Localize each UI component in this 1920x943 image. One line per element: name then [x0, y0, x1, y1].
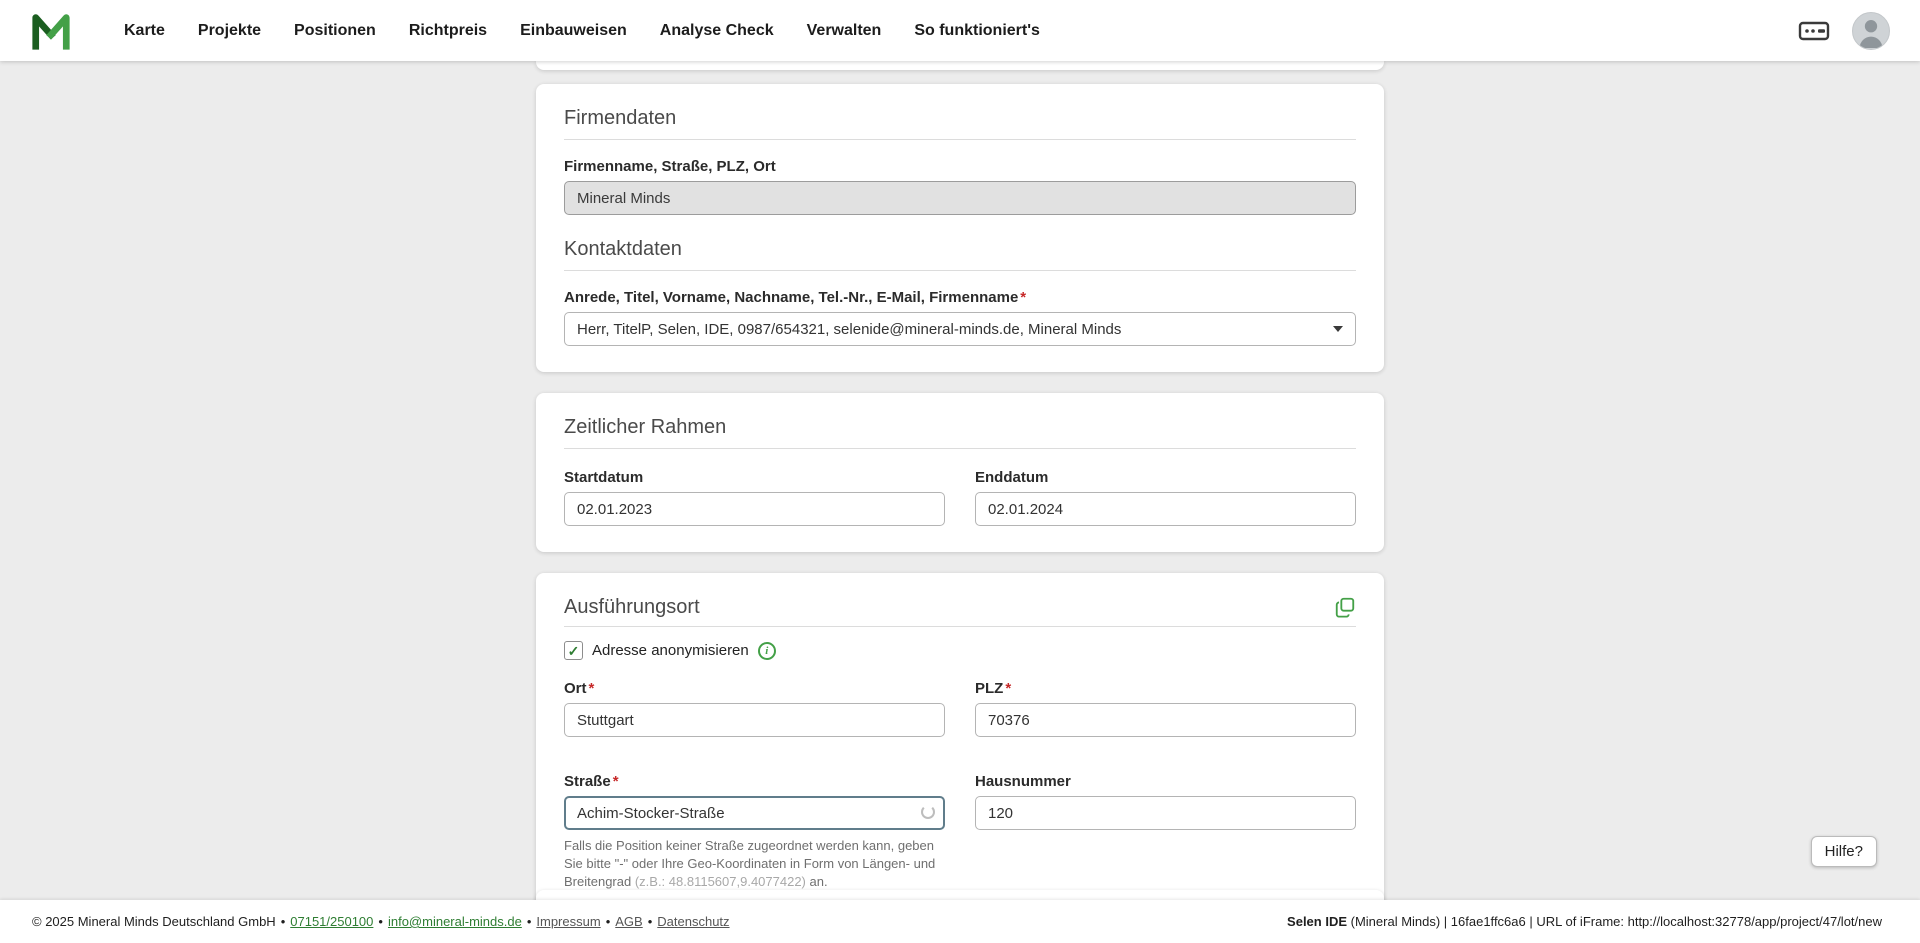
footer-debug-text: (Mineral Minds) | 16fae1ffc6a6 | URL of …	[1347, 914, 1882, 929]
nav-item-einbauweisen[interactable]: Einbauweisen	[520, 22, 627, 40]
info-icon[interactable]: i	[757, 641, 776, 660]
footer-separator: •	[647, 914, 653, 929]
anonymize-checkbox[interactable]: ✓	[564, 641, 583, 660]
footer-agb-link[interactable]: AGB	[615, 914, 642, 929]
server-icon[interactable]	[1796, 13, 1832, 49]
top-navigation: Karte Projekte Positionen Richtpreis Ein…	[0, 0, 1920, 61]
footer-impressum-link[interactable]: Impressum	[536, 914, 600, 929]
contact-select-value: Herr, TitelP, Selen, IDE, 0987/654321, s…	[577, 320, 1122, 338]
anonymize-checkbox-label: Adresse anonymisieren	[592, 642, 749, 659]
footer-email-link[interactable]: info@mineral-minds.de	[388, 914, 522, 929]
plz-label-text: PLZ	[975, 680, 1004, 697]
enddatum-label: Enddatum	[975, 469, 1049, 486]
copy-icon[interactable]	[1334, 596, 1356, 618]
hausnummer-input[interactable]	[975, 796, 1356, 830]
plz-label: PLZ *	[975, 680, 1356, 697]
main-nav: Karte Projekte Positionen Richtpreis Ein…	[124, 22, 1040, 40]
required-marker: *	[1005, 680, 1012, 697]
nav-item-so-funktionierts[interactable]: So funktioniert's	[914, 22, 1040, 40]
footer-copyright: © 2025 Mineral Minds Deutschland GmbH	[32, 914, 276, 929]
company-field-label: Firmenname, Straße, PLZ, Ort	[564, 158, 776, 175]
user-avatar-icon[interactable]	[1852, 11, 1890, 50]
company-input	[564, 181, 1356, 215]
nav-item-karte[interactable]: Karte	[124, 22, 165, 40]
nav-item-analyse-check[interactable]: Analyse Check	[660, 22, 774, 40]
chevron-down-icon	[1333, 326, 1343, 332]
plz-input[interactable]	[975, 703, 1356, 737]
main-content: Firmendaten Firmenname, Straße, PLZ, Ort…	[536, 0, 1384, 917]
contact-field-label-text: Anrede, Titel, Vorname, Nachname, Tel.-N…	[564, 289, 1019, 306]
contact-field-label: Anrede, Titel, Vorname, Nachname, Tel.-N…	[564, 289, 1356, 306]
footer-separator: •	[378, 914, 383, 929]
ort-label-text: Ort	[564, 680, 587, 697]
startdatum-label: Startdatum	[564, 469, 644, 486]
ort-input[interactable]	[564, 703, 945, 737]
nav-right-icons	[1796, 11, 1890, 50]
mineral-minds-logo[interactable]	[30, 10, 72, 52]
footer-debug-info: Selen IDE (Mineral Minds) | 16fae1ffc6a6…	[1287, 914, 1882, 929]
nav-item-verwalten[interactable]: Verwalten	[807, 22, 882, 40]
nav-item-projekte[interactable]: Projekte	[198, 22, 261, 40]
strasse-label-text: Straße	[564, 773, 611, 790]
card-zeitlicher-rahmen: Zeitlicher Rahmen Startdatum Enddatum	[536, 393, 1384, 552]
card-ausfuehrungsort: Ausführungsort ✓ Adresse anonymisieren i…	[536, 573, 1384, 917]
footer-separator: •	[605, 914, 611, 929]
nav-item-positionen[interactable]: Positionen	[294, 22, 376, 40]
strasse-input[interactable]	[564, 796, 945, 830]
loading-spinner-icon	[921, 805, 935, 819]
footer-phone-link[interactable]: 07151/250100	[290, 914, 373, 929]
strasse-label: Straße *	[564, 773, 945, 790]
card-above-cut-off	[536, 61, 1384, 70]
strasse-hint-example: (z.B.: 48.8115607,9.4077422)	[634, 873, 806, 889]
startdatum-input[interactable]	[564, 492, 945, 526]
footer-datenschutz-link[interactable]: Datenschutz	[657, 914, 729, 929]
kontaktdaten-title: Kontaktdaten	[564, 237, 1356, 271]
footer-app-name: Selen IDE	[1287, 914, 1348, 929]
hausnummer-label: Hausnummer	[975, 773, 1071, 790]
footer: © 2025 Mineral Minds Deutschland GmbH • 07…	[0, 900, 1920, 943]
required-marker: *	[588, 680, 595, 697]
footer-separator: •	[280, 914, 286, 929]
footer-separator: •	[526, 914, 532, 929]
required-marker: *	[612, 773, 619, 790]
contact-select[interactable]: Herr, TitelP, Selen, IDE, 0987/654321, s…	[564, 312, 1356, 346]
strasse-hint-suffix: an.	[805, 873, 828, 889]
nav-item-richtpreis[interactable]: Richtpreis	[409, 22, 487, 40]
ort-label: Ort *	[564, 680, 945, 697]
footer-left: © 2025 Mineral Minds Deutschland GmbH • 07…	[32, 914, 730, 929]
ausfuehrungsort-title: Ausführungsort	[564, 596, 700, 618]
card-firmendaten: Firmendaten Firmenname, Straße, PLZ, Ort…	[536, 84, 1384, 372]
help-button[interactable]: Hilfe?	[1810, 836, 1877, 867]
firmendaten-title: Firmendaten	[564, 106, 1356, 140]
enddatum-input[interactable]	[975, 492, 1356, 526]
strasse-hint: Falls die Position keiner Straße zugeord…	[564, 837, 945, 891]
card-below-cut-off	[536, 890, 1384, 900]
zeitraum-title: Zeitlicher Rahmen	[564, 415, 1356, 449]
required-marker: *	[1020, 289, 1027, 306]
